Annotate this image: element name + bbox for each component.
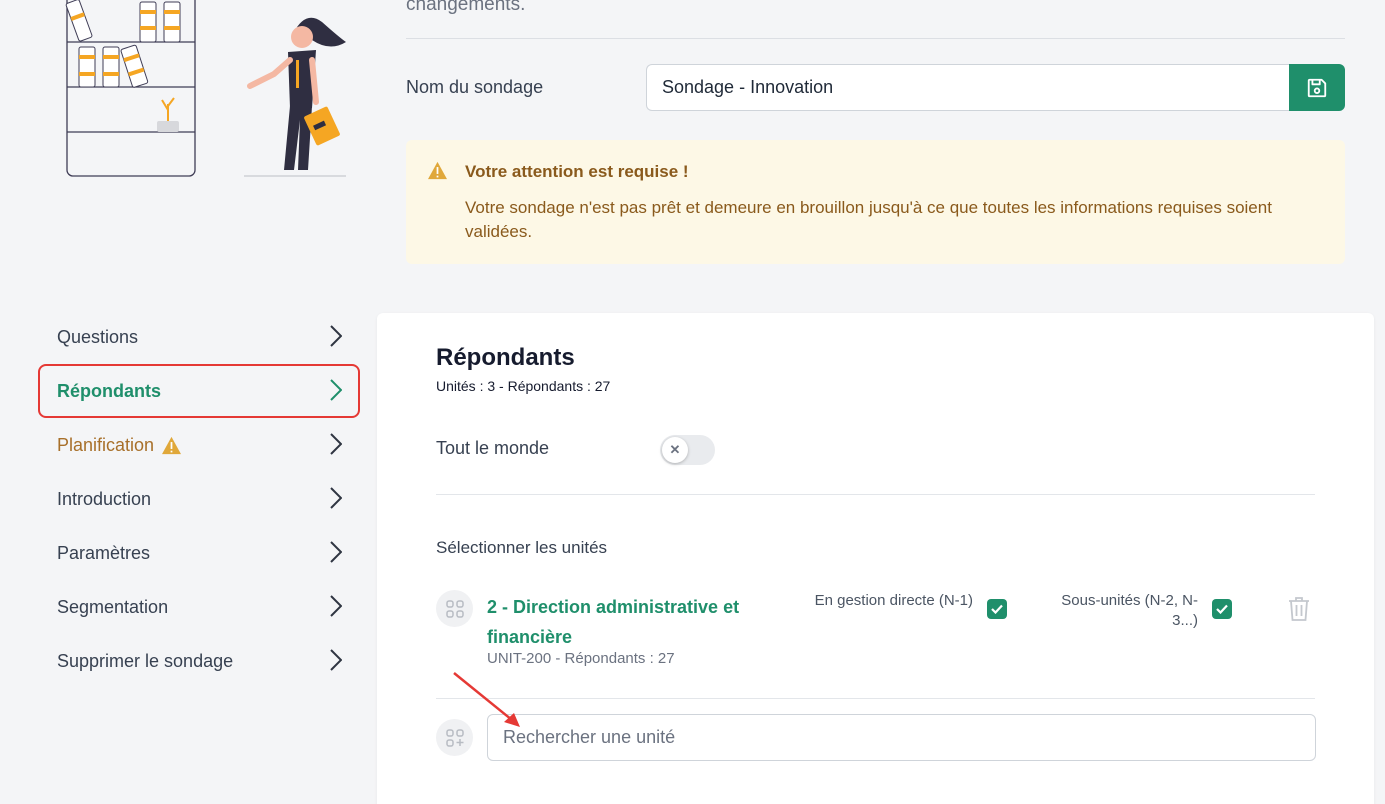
warning-triangle-icon [428,161,447,180]
annotation-arrow-icon [453,672,520,727]
alert-message: Votre sondage n'est pas prêt et demeure … [465,198,1272,241]
divider [436,698,1315,699]
chevron-right-icon [330,433,342,455]
check-icon [991,604,1003,614]
warning-triangle-icon [162,436,182,454]
unit-name-link[interactable]: 2 - Direction administrative et financiè… [487,592,787,652]
sidebar-item-delete-survey[interactable]: Supprimer le sondage [38,634,360,688]
chevron-right-icon [330,379,342,401]
unit-meta: UNIT-200 - Répondants : 27 [487,650,675,667]
sidebar-item-label: Planification [57,434,155,455]
save-button[interactable] [1289,64,1345,111]
intro-text: changements. [406,0,526,15]
chevron-right-icon [330,487,342,509]
sidebar-item-questions[interactable]: Questions [38,310,360,364]
alert-title: Votre attention est requise ! [465,162,689,181]
unit-search-input[interactable] [487,714,1316,761]
sidebar-item-label: Introduction [57,488,152,509]
sub-units-label: Sous-unités (N-2, N-3...) [1061,592,1198,629]
chevron-right-icon [330,541,342,563]
everyone-label: Tout le monde [436,438,550,458]
sidebar-item-parameters[interactable]: Paramètres [38,526,360,580]
sidebar-item-label: Segmentation [57,596,169,617]
attention-alert: Votre attention est requise ! Votre sond… [406,140,1345,264]
chevron-right-icon [330,325,342,347]
sidebar-item-respondents[interactable]: Répondants [38,364,360,418]
panel-title: Répondants [436,344,575,371]
sidebar-item-planning[interactable]: Planification [38,418,360,472]
sidebar-item-label: Supprimer le sondage [57,650,234,671]
check-icon [1216,604,1228,614]
respondents-summary: Unités : 3 - Répondants : 27 [436,378,611,394]
bookshelf-illustration [65,0,346,177]
top-divider [406,38,1345,39]
trash-icon[interactable] [1288,596,1310,622]
sidebar-item-introduction[interactable]: Introduction [38,472,360,526]
sidebar-item-segmentation[interactable]: Segmentation [38,580,360,634]
sidebar-item-label: Paramètres [57,542,151,563]
floppy-disk-icon [1307,78,1327,97]
chevron-right-icon [330,649,342,671]
sub-units-checkbox[interactable] [1212,599,1232,619]
survey-name-input[interactable] [646,64,1290,111]
chevron-right-icon [330,595,342,617]
direct-management-label: En gestion directe (N-1) [814,592,973,609]
select-units-label: Sélectionner les unités [436,538,608,557]
everyone-toggle[interactable]: ✕ [660,435,715,465]
divider [436,494,1315,495]
sidebar-nav: Questions Répondants Planification Intro… [38,310,360,688]
sidebar-item-label: Répondants [57,380,162,401]
sidebar-item-label: Questions [57,326,139,347]
direct-management-checkbox[interactable] [987,599,1007,619]
drag-handle-icon[interactable] [436,590,473,627]
survey-name-label: Nom du sondage [406,77,544,97]
toggle-off-x-icon: ✕ [662,437,688,463]
